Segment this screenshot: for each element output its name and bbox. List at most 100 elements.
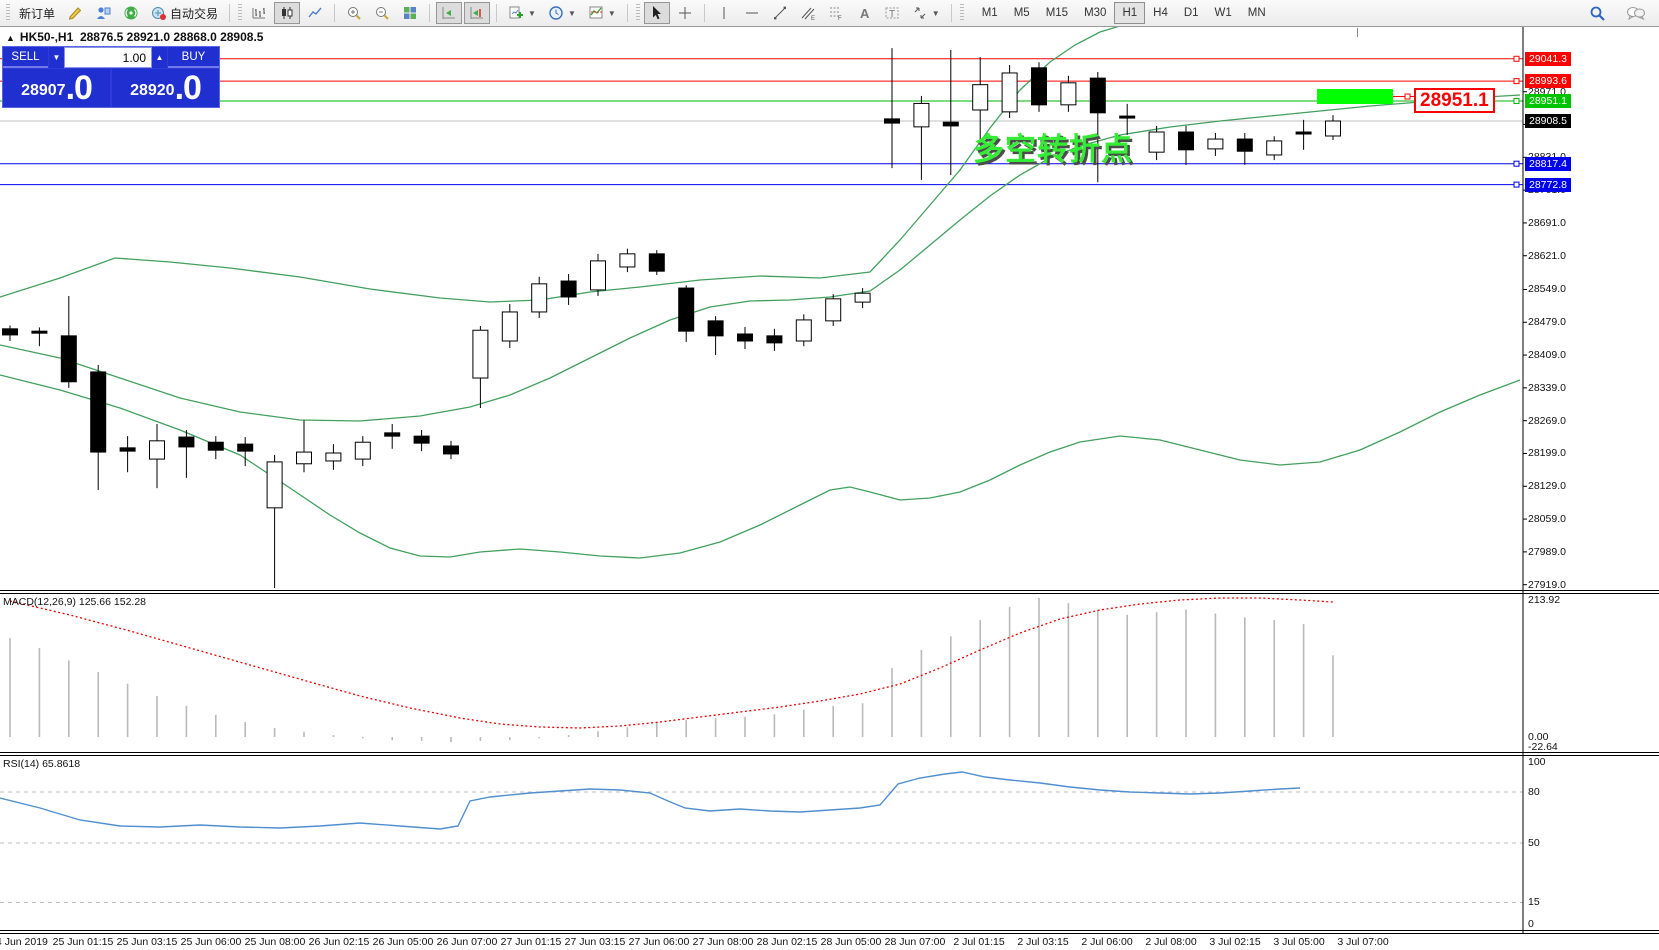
separator <box>229 4 230 22</box>
candle-bullish <box>914 103 929 126</box>
pane-divider[interactable] <box>0 593 1659 594</box>
candle-bearish <box>120 448 135 451</box>
chevron-down-icon: ▼ <box>528 9 536 18</box>
pane-divider <box>0 930 1659 931</box>
volume-increase-button[interactable]: ▲ <box>152 47 167 68</box>
zoom-in-icon[interactable] <box>341 2 367 24</box>
candle-bearish <box>1296 132 1311 134</box>
candle-bullish <box>150 441 165 459</box>
candle-bearish <box>208 442 223 450</box>
auto-scroll-icon[interactable] <box>464 2 490 24</box>
auto-trading-button[interactable]: 自动交易 <box>146 2 223 24</box>
sell-price-button[interactable]: 28907.0 <box>3 69 110 107</box>
candle-bullish <box>532 284 547 312</box>
timeframe-d1[interactable]: D1 <box>1176 2 1207 24</box>
chat-icon[interactable] <box>1621 2 1651 24</box>
price-callout-label[interactable]: 28951.1 <box>1414 88 1495 113</box>
new-chart-icon[interactable]: ▼ <box>503 2 541 24</box>
toolbar: 新订单 自动交易 ▼ <box>0 0 1659 27</box>
callout-anchor-square <box>1405 94 1410 99</box>
pane-divider[interactable] <box>0 752 1659 753</box>
text-icon[interactable]: A <box>851 2 877 24</box>
buy-price-button[interactable]: 28920.0 <box>112 69 219 107</box>
chart-title: ▲HK50-,H1 28876.5 28921.0 28868.0 28908.… <box>6 30 263 44</box>
trendline-icon[interactable] <box>767 2 793 24</box>
channel-icon[interactable]: E <box>795 2 821 24</box>
candle-bearish <box>738 334 753 341</box>
candle-bearish <box>1179 132 1194 150</box>
timeframe-m1[interactable]: M1 <box>974 2 1006 24</box>
candle-bearish <box>885 119 900 123</box>
cursor-icon[interactable] <box>644 2 670 24</box>
candle-bearish <box>1120 116 1135 118</box>
candle-bullish <box>591 261 606 290</box>
svg-text:E: E <box>811 16 815 21</box>
timeframe-w1[interactable]: W1 <box>1207 2 1240 24</box>
line-chart-icon[interactable] <box>302 2 328 24</box>
tile-windows-icon[interactable] <box>397 2 423 24</box>
price-badge: 29041.3 <box>1525 52 1571 66</box>
expert-advisors-icon[interactable] <box>90 2 116 24</box>
candle-bearish <box>61 336 76 382</box>
level-anchor-square <box>1514 56 1519 61</box>
candle-bullish <box>620 254 635 267</box>
buy-price-main: 28920 <box>130 76 175 106</box>
bollinger-lower <box>0 375 1520 558</box>
svg-text:F: F <box>838 16 842 21</box>
price-badge: 28908.5 <box>1525 114 1571 128</box>
price-badge: 28772.8 <box>1525 178 1571 192</box>
volume-input[interactable]: 1.00 <box>64 47 152 68</box>
period-clock-icon[interactable]: ▼ <box>543 2 581 24</box>
timeframe-m15[interactable]: M15 <box>1038 2 1076 24</box>
bollinger-middle <box>0 95 1520 421</box>
pane-divider[interactable] <box>0 755 1659 756</box>
fibonacci-icon[interactable]: F <box>823 2 849 24</box>
chart-canvas[interactable] <box>0 0 1659 950</box>
chart-ohlc: 28876.5 28921.0 28868.0 28908.5 <box>80 30 264 44</box>
text-label-icon[interactable]: T <box>879 2 905 24</box>
price-badge: 28817.4 <box>1525 157 1571 171</box>
macd-signal-line <box>10 598 1333 728</box>
chart-text-annotation[interactable]: 多空转折点 <box>973 124 1133 169</box>
macd-label: MACD(12,26,9) 125.66 152.28 <box>3 596 146 608</box>
crosshair-icon[interactable] <box>672 2 698 24</box>
svg-text:A: A <box>860 6 870 21</box>
candle-bearish <box>767 336 782 343</box>
candle-bearish <box>649 254 664 271</box>
pane-divider <box>0 933 1659 934</box>
candlestick-icon[interactable] <box>274 2 300 24</box>
candle-bearish <box>32 331 47 333</box>
timeframe-h1[interactable]: H1 <box>1114 2 1145 24</box>
arrows-icon[interactable]: ▼ <box>907 2 945 24</box>
buy-button[interactable]: BUY <box>168 47 219 68</box>
new-order-button[interactable]: 新订单 <box>14 2 60 24</box>
candle-bullish <box>826 299 841 321</box>
candle-bullish <box>267 462 282 508</box>
timeframe-m30[interactable]: M30 <box>1076 2 1114 24</box>
timeframe-h4[interactable]: H4 <box>1145 2 1176 24</box>
pane-divider[interactable] <box>0 590 1659 591</box>
signals-icon[interactable] <box>118 2 144 24</box>
timeframe-m5[interactable]: M5 <box>1006 2 1038 24</box>
zoom-out-icon[interactable] <box>369 2 395 24</box>
vertical-line-icon[interactable] <box>711 2 737 24</box>
sell-button[interactable]: SELL <box>3 47 48 68</box>
volume-decrease-button[interactable]: ▼ <box>49 47 64 68</box>
collapse-icon[interactable]: ▲ <box>6 33 15 43</box>
pencil-icon[interactable] <box>62 2 88 24</box>
candle-bullish <box>1149 132 1164 152</box>
timeframe-mn[interactable]: MN <box>1240 2 1274 24</box>
candle-bullish <box>297 452 312 464</box>
bar-chart-icon[interactable] <box>246 2 272 24</box>
candle-bullish <box>502 312 517 341</box>
chart-shift-icon[interactable] <box>436 2 462 24</box>
search-icon[interactable] <box>1584 2 1611 24</box>
chevron-down-icon: ▼ <box>568 9 576 18</box>
level-anchor-square <box>1514 182 1519 187</box>
horizontal-line-icon[interactable] <box>739 2 765 24</box>
candle-bearish <box>943 122 958 126</box>
toolbar-grip <box>6 4 10 22</box>
candle-bearish <box>1237 139 1252 151</box>
candle-bullish <box>355 442 370 459</box>
indicators-icon[interactable]: ▼ <box>583 2 621 24</box>
